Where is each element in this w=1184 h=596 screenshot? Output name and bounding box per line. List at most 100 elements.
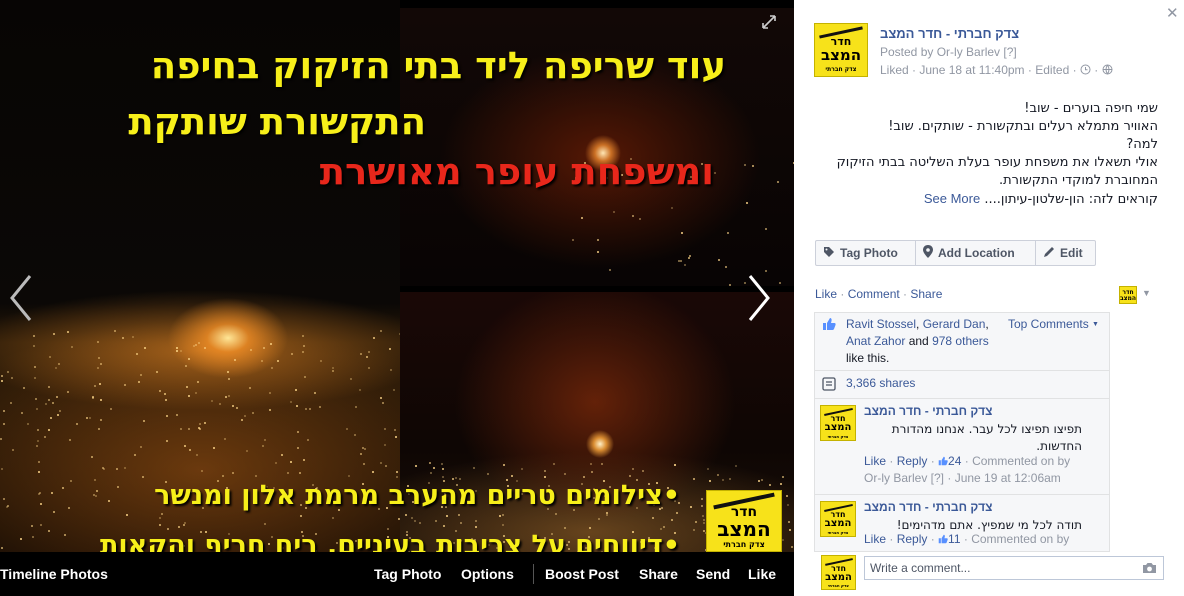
add-location-button[interactable]: Add Location: [915, 240, 1036, 266]
city-light: [564, 473, 567, 476]
bottom-bar-divider: [533, 564, 534, 584]
edit-button[interactable]: Edit: [1035, 240, 1096, 266]
city-light: [110, 408, 113, 411]
city-light: [121, 336, 124, 339]
city-light: [393, 388, 396, 391]
page-avatar[interactable]: חדר המצב צדק חברתי: [814, 23, 868, 77]
city-light: [583, 475, 586, 478]
city-light: [613, 210, 616, 213]
edited-link[interactable]: Edited: [1035, 63, 1069, 77]
city-light: [177, 525, 180, 528]
city-light: [769, 484, 771, 487]
comment-date[interactable]: June 19 at 12:06am: [955, 471, 1061, 485]
comment-avatar[interactable]: חדר המצב צדק חברתי: [820, 501, 856, 537]
city-light: [353, 434, 356, 437]
city-light: [360, 453, 363, 456]
camera-icon[interactable]: [1142, 561, 1157, 575]
city-light: [75, 423, 78, 426]
actor-selector-avatar[interactable]: חדר המצב: [1119, 286, 1137, 304]
city-light: [56, 413, 59, 416]
posted-by: Posted by Or-ly Barlev [?]: [880, 45, 1017, 59]
comment-avatar[interactable]: חדר המצב צדק חברתי: [820, 405, 856, 441]
city-light: [372, 337, 375, 340]
city-light: [40, 523, 43, 526]
top-comments-dropdown[interactable]: Top Comments ▼: [1008, 317, 1099, 331]
share-action[interactable]: Share: [910, 287, 942, 301]
comment-likes-count[interactable]: 24: [938, 454, 961, 468]
liker-link[interactable]: Anat Zahor: [846, 334, 905, 348]
city-light: [227, 377, 230, 380]
globe-icon[interactable]: [1102, 63, 1113, 77]
others-link[interactable]: 978 others: [932, 334, 989, 348]
photo-bullet-1: •צילומים טריים מהערב מרמת אלון ומנשר: [154, 480, 680, 511]
poster-name-link[interactable]: Or-ly Barlev: [937, 45, 1000, 59]
city-light: [204, 347, 207, 350]
city-light: [707, 467, 710, 470]
city-light: [57, 362, 60, 365]
city-light: [609, 269, 612, 272]
comment-like-link[interactable]: Like: [864, 532, 886, 546]
city-light: [781, 538, 784, 541]
city-light: [261, 360, 264, 363]
see-more-link[interactable]: See More: [924, 191, 980, 206]
city-light: [314, 391, 317, 394]
photo[interactable]: עוד שריפה ליד בתי הזיקוק בחיפה התקשורת ש…: [0, 0, 794, 552]
comment-reply-link[interactable]: Reply: [897, 454, 928, 468]
share-link[interactable]: Share: [639, 566, 678, 582]
city-light: [249, 349, 252, 352]
comment-input[interactable]: [865, 557, 1135, 579]
send-link[interactable]: Send: [696, 566, 730, 582]
like-action[interactable]: Like: [815, 287, 837, 301]
city-light: [99, 383, 102, 386]
city-light: [690, 506, 693, 509]
liker-link[interactable]: Gerard Dan: [923, 317, 986, 331]
feedback-box: Ravit Stossel, Gerard Dan, Anat Zahor an…: [814, 312, 1110, 552]
city-light: [187, 357, 190, 360]
comment-action[interactable]: Comment: [848, 287, 900, 301]
previous-photo-chevron-left-icon[interactable]: [4, 270, 40, 326]
city-light: [760, 479, 763, 482]
tag-photo-link[interactable]: Tag Photo: [374, 566, 441, 582]
close-icon[interactable]: ✕: [1166, 4, 1179, 22]
shares-count-link[interactable]: 3,366 shares: [846, 376, 915, 390]
city-light: [200, 470, 203, 473]
city-light: [195, 344, 198, 347]
city-light: [701, 504, 704, 507]
city-light: [631, 215, 634, 218]
city-light: [628, 475, 631, 478]
city-light: [347, 475, 350, 478]
city-light: [269, 343, 272, 346]
city-light: [138, 381, 140, 384]
city-light: [234, 359, 237, 362]
comment-author-link[interactable]: צדק חברתי - חדר המצב: [864, 500, 992, 514]
city-light: [332, 517, 335, 520]
help-link[interactable]: [?]: [1000, 45, 1016, 59]
chevron-down-icon[interactable]: ▼: [1142, 288, 1151, 298]
city-light: [418, 522, 421, 525]
expand-icon[interactable]: [761, 14, 777, 30]
post-date-link[interactable]: June 18 at 11:40pm: [919, 63, 1024, 77]
tag-photo-button[interactable]: Tag Photo: [815, 240, 916, 266]
options-link[interactable]: Options: [461, 566, 514, 582]
liker-link[interactable]: Ravit Stossel: [846, 317, 916, 331]
post-line: למה?: [1126, 137, 1158, 152]
next-photo-chevron-right-icon[interactable]: [740, 270, 776, 326]
like-link[interactable]: Like: [748, 566, 776, 582]
city-light: [36, 429, 39, 432]
comment-like-link[interactable]: Like: [864, 454, 886, 468]
city-light: [302, 344, 305, 347]
post-line: שמי חיפה בוערים - שוב!: [1024, 101, 1158, 116]
comment-likes-count[interactable]: 11: [938, 532, 961, 546]
boost-post-link[interactable]: Boost Post: [545, 566, 619, 582]
city-light: [718, 259, 721, 262]
post-side-panel: ✕ חדר המצב צדק חברתי צדק חברתי - חדר המצ…: [794, 0, 1184, 596]
city-light: [0, 438, 3, 441]
comment-author-link[interactable]: צדק חברתי - חדר המצב: [864, 404, 992, 418]
page-name-link[interactable]: צדק חברתי - חדר המצב: [880, 26, 1019, 41]
city-light: [254, 475, 257, 478]
city-light: [410, 516, 413, 519]
city-light: [268, 409, 271, 412]
city-light: [349, 378, 352, 381]
comment-reply-link[interactable]: Reply: [897, 532, 928, 546]
timeline-photos-link[interactable]: Timeline Photos: [0, 566, 108, 582]
